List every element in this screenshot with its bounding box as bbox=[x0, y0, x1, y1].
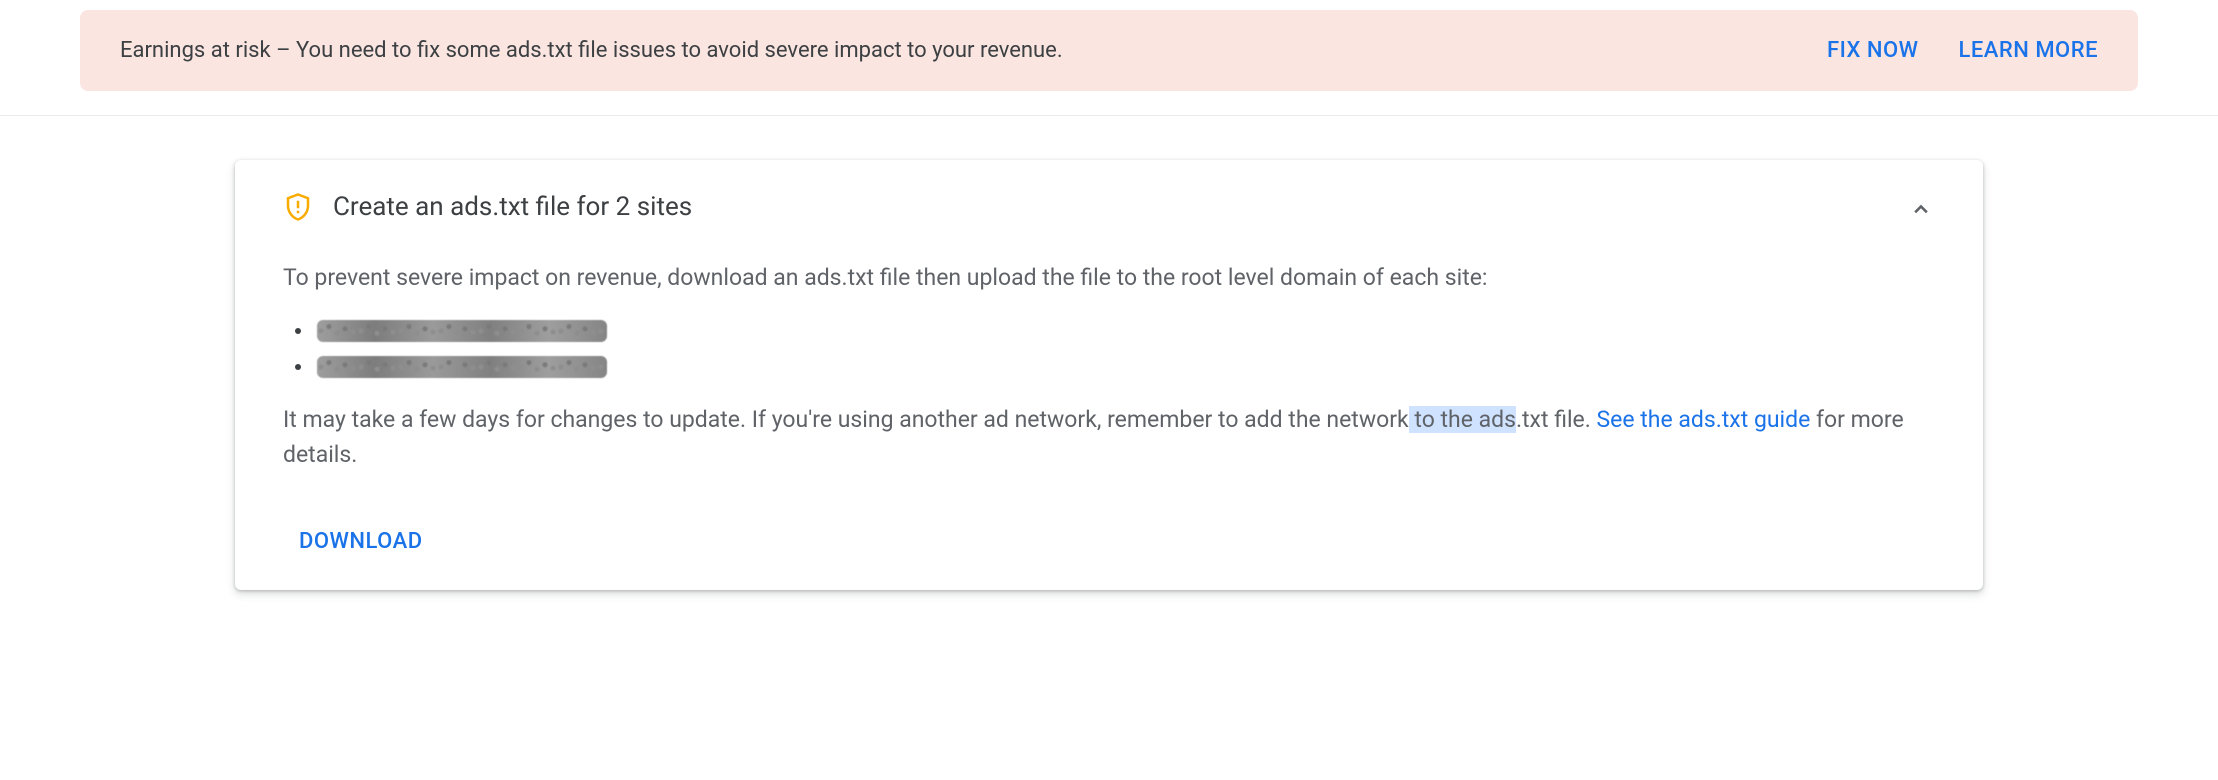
bullet-icon bbox=[295, 364, 301, 370]
card-title: Create an ads.txt file for 2 sites bbox=[333, 192, 692, 222]
card-header: Create an ads.txt file for 2 sites bbox=[283, 192, 1935, 222]
download-button[interactable]: DOWNLOAD bbox=[299, 529, 423, 554]
learn-more-button[interactable]: LEARN MORE bbox=[1959, 38, 2099, 63]
list-item bbox=[295, 356, 1935, 378]
divider bbox=[0, 115, 2218, 116]
alert-actions: FIX NOW LEARN MORE bbox=[1827, 38, 2098, 63]
followup-before: It may take a few days for changes to up… bbox=[283, 406, 1409, 433]
shield-alert-icon bbox=[283, 192, 313, 222]
card-footer: DOWNLOAD bbox=[283, 529, 1935, 554]
redacted-site-2 bbox=[317, 356, 607, 378]
redacted-site-1 bbox=[317, 320, 607, 342]
intro-text: To prevent severe impact on revenue, dow… bbox=[283, 260, 1935, 296]
alert-message: Earnings at risk – You need to fix some … bbox=[120, 38, 1063, 63]
action-card: Create an ads.txt file for 2 sites To pr… bbox=[235, 160, 1983, 590]
collapse-button[interactable] bbox=[1907, 196, 1935, 228]
card-body: To prevent severe impact on revenue, dow… bbox=[283, 260, 1935, 473]
alert-banner: Earnings at risk – You need to fix some … bbox=[80, 10, 2138, 91]
ads-txt-guide-link[interactable]: See the ads.txt guide bbox=[1597, 406, 1811, 433]
bullet-icon bbox=[295, 328, 301, 334]
site-list bbox=[295, 320, 1935, 378]
list-item bbox=[295, 320, 1935, 342]
followup-after: .txt file. bbox=[1516, 406, 1597, 433]
followup-text: It may take a few days for changes to up… bbox=[283, 402, 1935, 473]
highlighted-text: to the ads bbox=[1409, 406, 1516, 433]
fix-now-button[interactable]: FIX NOW bbox=[1827, 38, 1919, 63]
